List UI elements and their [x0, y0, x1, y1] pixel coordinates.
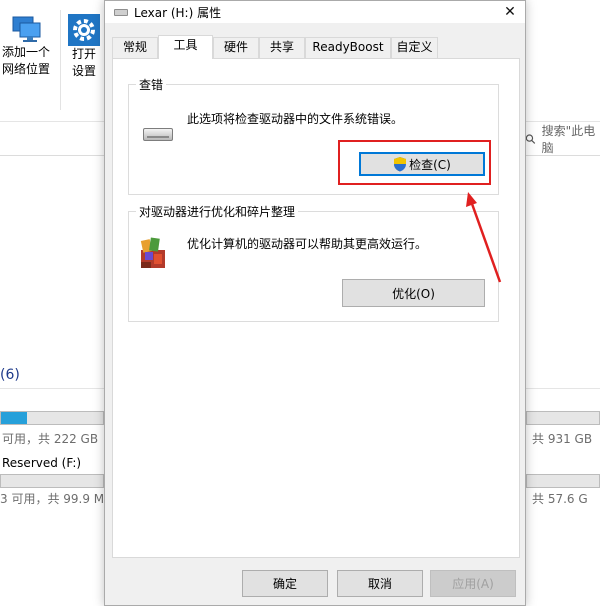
drive1-usage-bar	[0, 411, 104, 425]
check-group-title: 查错	[136, 76, 167, 93]
group-divider-right	[526, 388, 600, 389]
tools-panel: 查错 此选项将检查驱动器中的文件系统错误。 检查(C) 对驱动器进行优化和碎片整…	[112, 58, 520, 558]
apply-button[interactable]: 应用(A)	[430, 570, 516, 597]
tab-tools[interactable]: 工具	[158, 35, 213, 59]
defrag-icon	[140, 237, 165, 268]
search-icon	[525, 134, 536, 144]
check-button-label: 检查(C)	[409, 157, 451, 172]
drive2-usage-bar	[0, 474, 104, 488]
optimize-group: 对驱动器进行优化和碎片整理 优化计算机的驱动器可以帮助其更高效运行。 优化(O)	[128, 203, 499, 322]
drive2-name[interactable]: Reserved (F:)	[2, 456, 81, 470]
optimize-description: 优化计算机的驱动器可以帮助其更高效运行。	[187, 237, 428, 251]
check-button[interactable]: 检查(C)	[359, 152, 485, 176]
optimize-button-label: 优化(O)	[392, 286, 435, 301]
apply-button-label: 应用(A)	[452, 577, 494, 591]
close-button[interactable]: ✕	[495, 1, 525, 23]
tab-sharing[interactable]: 共享	[259, 37, 305, 58]
open-settings-label: 打开 设置	[71, 47, 96, 78]
network-location-icon	[12, 16, 41, 42]
drive-icon	[143, 128, 173, 141]
optimize-group-title: 对驱动器进行优化和碎片整理	[136, 203, 299, 220]
check-description: 此选项将检查驱动器中的文件系统错误。	[187, 112, 404, 126]
drive-right2-usage-bar	[526, 474, 600, 488]
check-group: 查错 此选项将检查驱动器中的文件系统错误。 检查(C)	[128, 76, 499, 195]
search-placeholder: 搜索"此电脑	[541, 124, 596, 155]
drive-icon	[114, 8, 128, 16]
drive-right2-free-text: ，共 57.6 G	[520, 492, 588, 506]
tab-hardware[interactable]: 硬件	[213, 37, 259, 58]
optimize-button[interactable]: 优化(O)	[342, 279, 485, 307]
add-network-location-label: 添加一个 网络位置	[2, 45, 51, 76]
shield-icon	[394, 157, 407, 172]
drive-right-free-text: ，共 931 GB	[520, 432, 593, 446]
ok-button-label: 确定	[272, 577, 297, 591]
gear-icon	[68, 14, 100, 46]
tab-general[interactable]: 常规	[112, 37, 158, 58]
drive1-free-text: 可用，共 222 GB	[2, 432, 99, 446]
devices-group-count: (6)	[0, 367, 20, 383]
dialog-titlebar[interactable]: Lexar (H:) 属性 ✕	[105, 1, 525, 23]
cancel-button[interactable]: 取消	[337, 570, 423, 597]
drive2-free-text: 3 可用，共 99.9 MB	[0, 492, 113, 506]
drive-right-usage-bar	[526, 411, 600, 425]
add-network-location-button[interactable]: 添加一个 网络位置	[2, 14, 50, 78]
ok-button[interactable]: 确定	[242, 570, 328, 597]
ribbon-divider	[60, 10, 61, 110]
close-icon: ✕	[504, 4, 516, 20]
tab-readyboost[interactable]: ReadyBoost	[305, 37, 391, 58]
tab-customize[interactable]: 自定义	[391, 37, 438, 58]
group-divider	[0, 388, 104, 389]
cancel-button-label: 取消	[367, 577, 392, 591]
open-settings-button[interactable]: 打开 设置	[68, 14, 100, 80]
search-box[interactable]: 搜索"此电脑	[520, 122, 600, 156]
properties-dialog: Lexar (H:) 属性 ✕ 常规 工具 硬件 共享 ReadyBoost 自…	[104, 0, 526, 606]
dialog-title: Lexar (H:) 属性	[134, 5, 222, 20]
